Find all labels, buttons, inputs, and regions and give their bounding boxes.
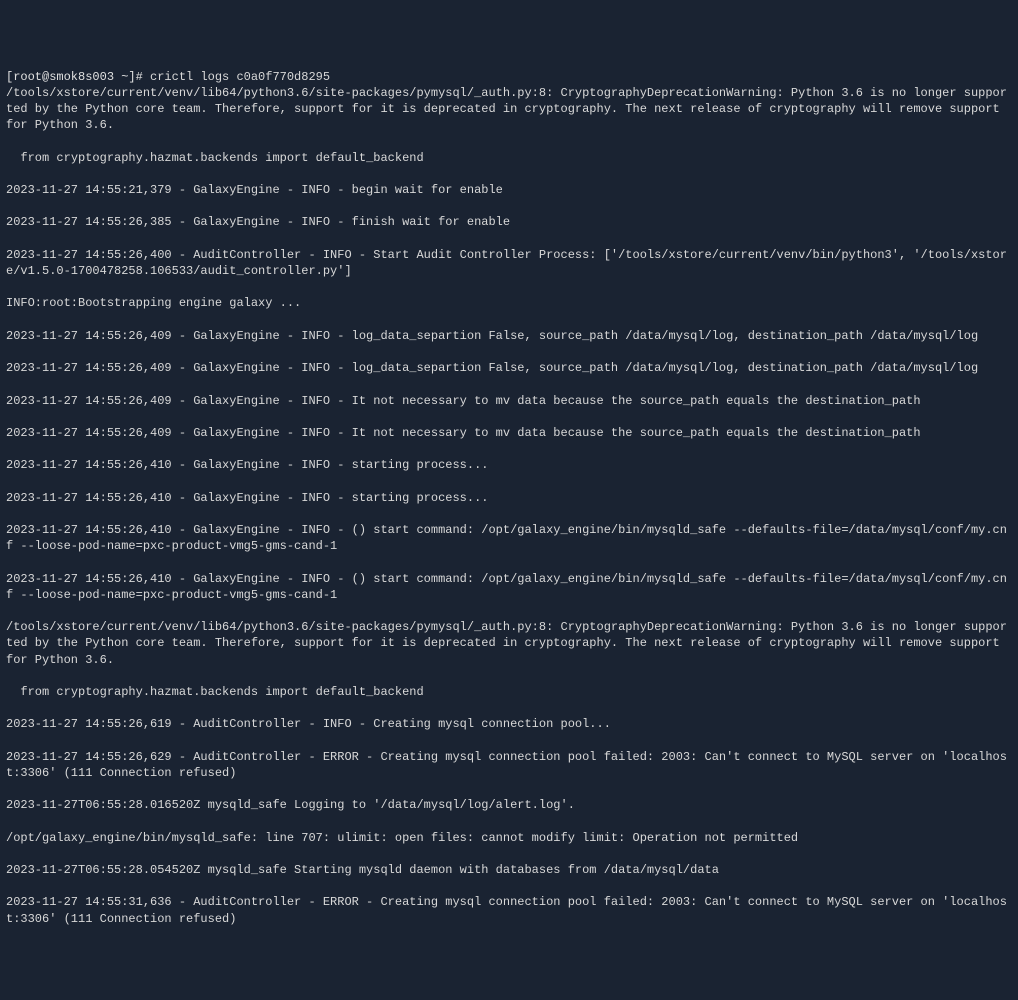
log-line: 2023-11-27 14:55:26,400 - AuditControlle… <box>6 247 1012 279</box>
log-line: from cryptography.hazmat.backends import… <box>6 684 1012 700</box>
log-line: 2023-11-27 14:55:26,385 - GalaxyEngine -… <box>6 214 1012 230</box>
log-line: 2023-11-27 14:55:26,409 - GalaxyEngine -… <box>6 328 1012 344</box>
log-line: 2023-11-27 14:55:26,410 - GalaxyEngine -… <box>6 522 1012 554</box>
log-line: 2023-11-27 14:55:26,410 - GalaxyEngine -… <box>6 571 1012 603</box>
log-line: /tools/xstore/current/venv/lib64/python3… <box>6 619 1012 668</box>
log-line: from cryptography.hazmat.backends import… <box>6 150 1012 166</box>
log-line: 2023-11-27 14:55:31,636 - AuditControlle… <box>6 894 1012 926</box>
log-line: 2023-11-27 14:55:26,410 - GalaxyEngine -… <box>6 457 1012 473</box>
log-line: 2023-11-27 14:55:26,409 - GalaxyEngine -… <box>6 425 1012 441</box>
log-line: 2023-11-27 14:55:26,629 - AuditControlle… <box>6 749 1012 781</box>
log-line: /opt/galaxy_engine/bin/mysqld_safe: line… <box>6 830 1012 846</box>
log-line: 2023-11-27 14:55:26,409 - GalaxyEngine -… <box>6 393 1012 409</box>
log-line: 2023-11-27T06:55:28.016520Z mysqld_safe … <box>6 797 1012 813</box>
log-line: INFO:root:Bootstrapping engine galaxy ..… <box>6 295 1012 311</box>
prompt-command[interactable]: crictl logs c0a0f770d8295 <box>150 70 330 84</box>
log-line: 2023-11-27 14:55:26,410 - GalaxyEngine -… <box>6 490 1012 506</box>
log-line: 2023-11-27 14:55:26,409 - GalaxyEngine -… <box>6 360 1012 376</box>
log-line: 2023-11-27 14:55:26,619 - AuditControlle… <box>6 716 1012 732</box>
log-line: 2023-11-27T06:55:28.054520Z mysqld_safe … <box>6 862 1012 878</box>
terminal-prompt: [root@smok8s003 ~]# crictl logs c0a0f770… <box>6 70 330 84</box>
prompt-user-host: [root@smok8s003 ~]# <box>6 70 143 84</box>
log-line: /tools/xstore/current/venv/lib64/python3… <box>6 85 1012 134</box>
log-line: 2023-11-27 14:55:21,379 - GalaxyEngine -… <box>6 182 1012 198</box>
